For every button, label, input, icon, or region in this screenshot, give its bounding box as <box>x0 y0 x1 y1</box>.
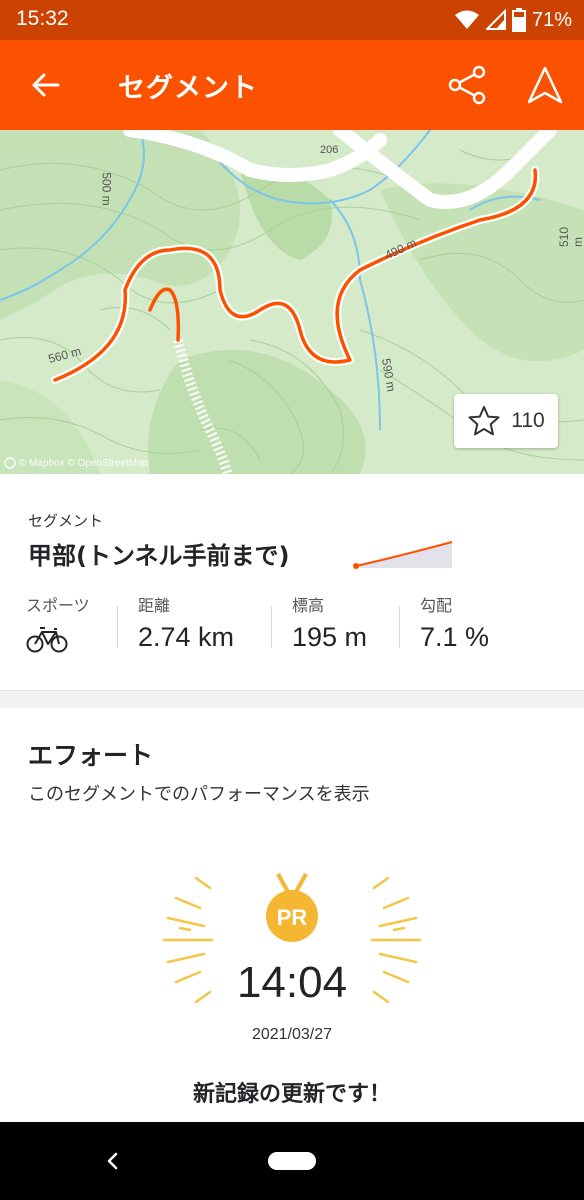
efforts-description: このセグメントでのパフォーマンスを表示 <box>28 784 370 805</box>
system-nav-bar <box>0 1122 584 1200</box>
segment-label: セグメント <box>28 512 104 530</box>
status-time: 15:32 <box>16 7 69 30</box>
stat-elevation: 標高 195 m <box>292 592 367 662</box>
battery-percent: 71% <box>531 8 572 31</box>
stat-sport: スポーツ <box>26 592 90 662</box>
back-arrow-icon[interactable] <box>26 65 66 105</box>
efforts-card[interactable]: エフォート このセグメントでのパフォーマンスを表示 PR 14:04 2021/… <box>0 708 584 1122</box>
stat-distance-label: 距離 <box>138 596 171 615</box>
segment-info-card: セグメント 甲部(トンネル手前まで) スポーツ 距離 2.74 km 標高 19… <box>0 474 584 690</box>
elevation-profile <box>353 541 453 569</box>
map-label-206: 206 <box>320 144 339 156</box>
stat-grade: 勾配 7.1 % <box>420 592 489 662</box>
stat-elevation-label: 標高 <box>292 596 325 615</box>
stat-distance-value: 2.74 km <box>138 622 235 652</box>
app-bar: セグメント <box>0 40 584 130</box>
stat-elevation-value: 195 m <box>292 622 368 652</box>
star-button[interactable]: 110 <box>454 394 558 448</box>
pr-message: 新記録の更新です！ <box>192 1082 391 1107</box>
pr-badge-text: PR <box>277 905 308 930</box>
segment-stats: スポーツ 距離 2.74 km 標高 195 m 勾配 7.1 % <box>0 592 584 662</box>
segment-name: 甲部(トンネル手前まで) <box>28 542 290 570</box>
stat-grade-label: 勾配 <box>420 596 453 615</box>
pr-date: 2021/03/27 <box>251 1026 333 1043</box>
stat-sport-label: スポーツ <box>26 596 90 615</box>
stat-distance: 距離 2.74 km <box>138 592 234 662</box>
map-attribution[interactable]: © Mapbox © OpenStreetMap <box>4 457 148 469</box>
system-home-pill[interactable] <box>268 1152 316 1170</box>
status-bar: 15:32 71% <box>0 0 584 40</box>
signal-icon <box>485 9 506 30</box>
pr-time: 14:04 <box>236 958 348 1007</box>
efforts-title: エフォート <box>28 741 154 770</box>
segment-map[interactable]: 206 500 m 490 m 510 m 560 m 590 m © Mapb… <box>0 130 584 474</box>
star-icon <box>468 406 500 436</box>
system-back-icon[interactable] <box>100 1148 124 1174</box>
pr-medal-icon: PR <box>266 873 318 942</box>
star-count: 110 <box>511 409 545 432</box>
attribution-text: © Mapbox © OpenStreetMap <box>19 457 149 469</box>
section-divider <box>0 690 584 708</box>
map-label-510m: 510 m <box>557 226 584 247</box>
mapbox-logo-icon <box>4 457 16 469</box>
share-icon[interactable] <box>446 64 488 106</box>
map-label-500m: 500 m <box>99 172 114 206</box>
page-title: セグメント <box>118 73 258 104</box>
bicycle-icon <box>26 627 68 653</box>
navigation-icon[interactable] <box>524 64 566 106</box>
stat-grade-value: 7.1 % <box>420 622 490 652</box>
battery-icon <box>511 8 526 32</box>
wifi-icon <box>454 10 479 29</box>
